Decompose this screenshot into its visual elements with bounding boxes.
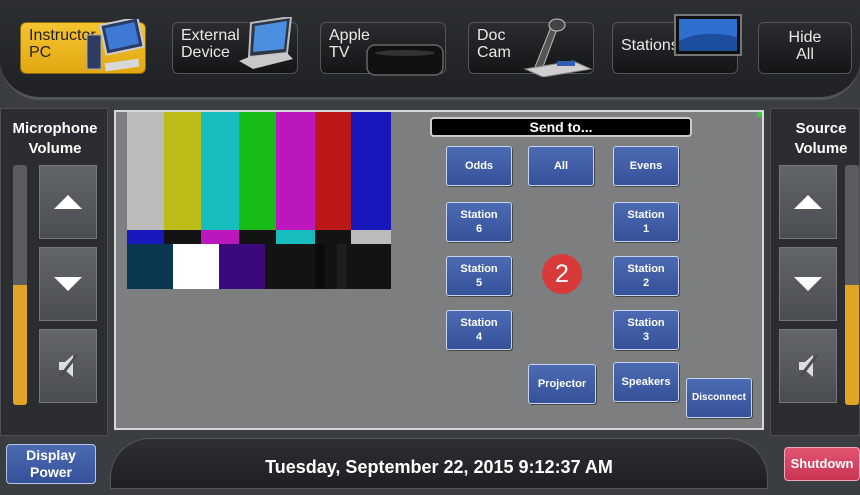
- instructor-pc-button[interactable]: Instructor PC: [20, 19, 146, 74]
- station-6-button[interactable]: Station 6: [446, 202, 512, 242]
- shutdown-button[interactable]: Shutdown: [784, 447, 860, 481]
- arrow-down-icon: [54, 277, 82, 291]
- evens-button[interactable]: Evens: [613, 146, 679, 186]
- arrow-up-icon: [54, 195, 82, 209]
- station-3-button[interactable]: Station 3: [613, 310, 679, 350]
- microphone-volume-up-button[interactable]: [39, 165, 97, 239]
- microphone-mute-button[interactable]: [39, 329, 97, 403]
- display-power-button[interactable]: Display Power: [6, 444, 96, 484]
- odds-button[interactable]: Odds: [446, 146, 512, 186]
- document-camera-icon: [523, 18, 593, 77]
- monitor-icon: [674, 14, 742, 56]
- source-volume-up-button[interactable]: [779, 165, 837, 239]
- all-button[interactable]: All: [528, 146, 594, 186]
- external-device-label: External Device: [181, 27, 240, 61]
- arrow-up-icon: [794, 195, 822, 209]
- microphone-volume-title: Microphone Volume: [12, 120, 98, 157]
- hide-all-button[interactable]: Hide All: [758, 22, 852, 74]
- microphone-volume-panel: Microphone Volume: [0, 108, 108, 436]
- source-volume-title: Source Volume: [794, 120, 848, 157]
- mute-speaker-icon: [58, 354, 79, 378]
- laptop-icon: [239, 17, 293, 69]
- mute-speaker-icon: [798, 354, 819, 378]
- status-indicator: [757, 112, 762, 117]
- source-bar: Instructor PC External Device Apple TV D…: [0, 0, 860, 100]
- apple-tv-button[interactable]: Apple TV: [320, 22, 446, 76]
- hide-all-label: Hide All: [788, 29, 822, 63]
- station-5-button[interactable]: Station 5: [446, 256, 512, 296]
- microphone-level-fill: [13, 285, 27, 405]
- station-1-button[interactable]: Station 1: [613, 202, 679, 242]
- source-level-fill: [845, 285, 859, 405]
- projector-button[interactable]: Projector: [528, 364, 596, 404]
- stations-label: Stations: [621, 37, 679, 54]
- datetime-bar: Tuesday, September 22, 2015 9:12:37 AM: [110, 438, 768, 489]
- doc-cam-button[interactable]: Doc Cam: [468, 18, 594, 77]
- disconnect-button[interactable]: Disconnect: [686, 378, 752, 418]
- stations-button[interactable]: Stations: [612, 14, 742, 74]
- source-volume-down-button[interactable]: [779, 247, 837, 321]
- station-2-button[interactable]: Station 2: [613, 256, 679, 296]
- station-4-button[interactable]: Station 4: [446, 310, 512, 350]
- notification-badge: 2: [542, 254, 582, 294]
- speakers-button[interactable]: Speakers: [613, 362, 679, 402]
- apple-tv-icon: [366, 44, 444, 76]
- microphone-volume-down-button[interactable]: [39, 247, 97, 321]
- source-mute-button[interactable]: [779, 329, 837, 403]
- computer-icon: [86, 19, 145, 72]
- arrow-down-icon: [794, 277, 822, 291]
- external-device-button[interactable]: External Device: [172, 17, 298, 74]
- microphone-level-meter: [13, 165, 27, 405]
- send-to-header: Send to...: [430, 117, 692, 137]
- current-datetime: Tuesday, September 22, 2015 9:12:37 AM: [265, 457, 613, 477]
- color-bars-preview: [127, 112, 391, 289]
- instructor-pc-label: Instructor PC: [29, 27, 96, 61]
- main-panel: Send to... Odds All Evens Station 6 Stat…: [114, 110, 764, 430]
- source-level-meter: [845, 165, 859, 405]
- source-volume-panel: Source Volume: [770, 108, 860, 436]
